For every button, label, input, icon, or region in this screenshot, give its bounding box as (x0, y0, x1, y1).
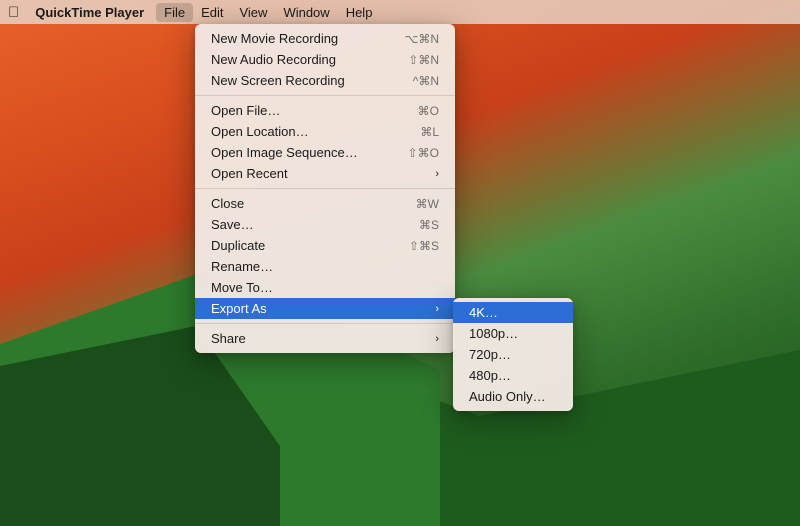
export-as-arrow: › (435, 303, 439, 315)
menubar-app-name[interactable]: QuickTime Player (27, 3, 152, 22)
menu-item-new-movie-label: New Movie Recording (211, 31, 381, 46)
submenu-item-720p-label: 720p… (469, 347, 511, 362)
separator-2 (195, 188, 455, 189)
menu-item-export-as[interactable]: Export As › 4K… 1080p… 720p… 480p… (195, 298, 455, 319)
menu-item-open-file-shortcut: ⌘O (418, 104, 439, 118)
menu-item-open-file-label: Open File… (211, 103, 394, 118)
menu-item-open-image-seq-shortcut: ⇧⌘O (408, 146, 439, 160)
menubar-help[interactable]: Help (338, 3, 381, 22)
menu-item-duplicate-label: Duplicate (211, 238, 385, 253)
menu-item-open-image-seq-label: Open Image Sequence… (211, 145, 384, 160)
submenu-item-480p[interactable]: 480p… (453, 365, 573, 386)
menu-item-save[interactable]: Save… ⌘S (195, 214, 455, 235)
menu-item-save-label: Save… (211, 217, 395, 232)
menu-item-share-label: Share (211, 331, 427, 346)
submenu-item-1080p[interactable]: 1080p… (453, 323, 573, 344)
menu-item-move-to[interactable]: Move To… (195, 277, 455, 298)
export-submenu: 4K… 1080p… 720p… 480p… Audio Only… (453, 298, 573, 411)
menu-item-new-movie[interactable]: New Movie Recording ⌥⌘N (195, 28, 455, 49)
file-menu: New Movie Recording ⌥⌘N New Audio Record… (195, 24, 455, 353)
menu-item-open-location[interactable]: Open Location… ⌘L (195, 121, 455, 142)
menubar-edit[interactable]: Edit (193, 3, 231, 22)
submenu-item-audio-only-label: Audio Only… (469, 389, 546, 404)
menu-item-close[interactable]: Close ⌘W (195, 193, 455, 214)
share-arrow: › (435, 333, 439, 345)
submenu-item-4k[interactable]: 4K… (453, 302, 573, 323)
submenu-item-audio-only[interactable]: Audio Only… (453, 386, 573, 407)
menubar-file[interactable]: File (156, 3, 193, 22)
menu-item-share[interactable]: Share › (195, 328, 455, 349)
menu-item-open-recent[interactable]: Open Recent › (195, 163, 455, 184)
menu-item-duplicate[interactable]: Duplicate ⇧⌘S (195, 235, 455, 256)
menu-item-rename[interactable]: Rename… (195, 256, 455, 277)
separator-3 (195, 323, 455, 324)
submenu-item-1080p-label: 1080p… (469, 326, 518, 341)
submenu-item-480p-label: 480p… (469, 368, 511, 383)
menu-item-duplicate-shortcut: ⇧⌘S (409, 239, 439, 253)
menubar-view[interactable]: View (231, 3, 275, 22)
export-submenu-container: 4K… 1080p… 720p… 480p… Audio Only… (453, 298, 573, 411)
menu-item-save-shortcut: ⌘S (419, 218, 439, 232)
menu-item-new-audio[interactable]: New Audio Recording ⇧⌘N (195, 49, 455, 70)
menubar:  QuickTime Player File Edit View Window… (0, 0, 800, 24)
menu-item-close-label: Close (211, 196, 392, 211)
menu-item-new-screen[interactable]: New Screen Recording ^⌘N (195, 70, 455, 91)
separator-1 (195, 95, 455, 96)
open-recent-arrow: › (435, 168, 439, 180)
menu-item-open-file[interactable]: Open File… ⌘O (195, 100, 455, 121)
submenu-item-4k-label: 4K… (469, 305, 498, 320)
menu-item-open-image-seq[interactable]: Open Image Sequence… ⇧⌘O (195, 142, 455, 163)
menu-item-open-location-label: Open Location… (211, 124, 396, 139)
menu-item-open-location-shortcut: ⌘L (420, 125, 439, 139)
menu-item-new-audio-shortcut: ⇧⌘N (408, 53, 439, 67)
menu-item-new-screen-shortcut: ^⌘N (413, 74, 439, 88)
menu-item-new-movie-shortcut: ⌥⌘N (405, 32, 440, 46)
menu-item-move-to-label: Move To… (211, 280, 439, 295)
menu-item-new-screen-label: New Screen Recording (211, 73, 389, 88)
menu-item-new-audio-label: New Audio Recording (211, 52, 384, 67)
menu-item-open-recent-label: Open Recent (211, 166, 427, 181)
submenu-item-720p[interactable]: 720p… (453, 344, 573, 365)
menu-item-export-as-label: Export As (211, 301, 427, 316)
apple-menu-icon[interactable]:  (8, 4, 19, 21)
menu-item-close-shortcut: ⌘W (416, 197, 439, 211)
menu-item-rename-label: Rename… (211, 259, 439, 274)
menubar-window[interactable]: Window (275, 3, 337, 22)
file-menu-dropdown: New Movie Recording ⌥⌘N New Audio Record… (195, 24, 455, 353)
